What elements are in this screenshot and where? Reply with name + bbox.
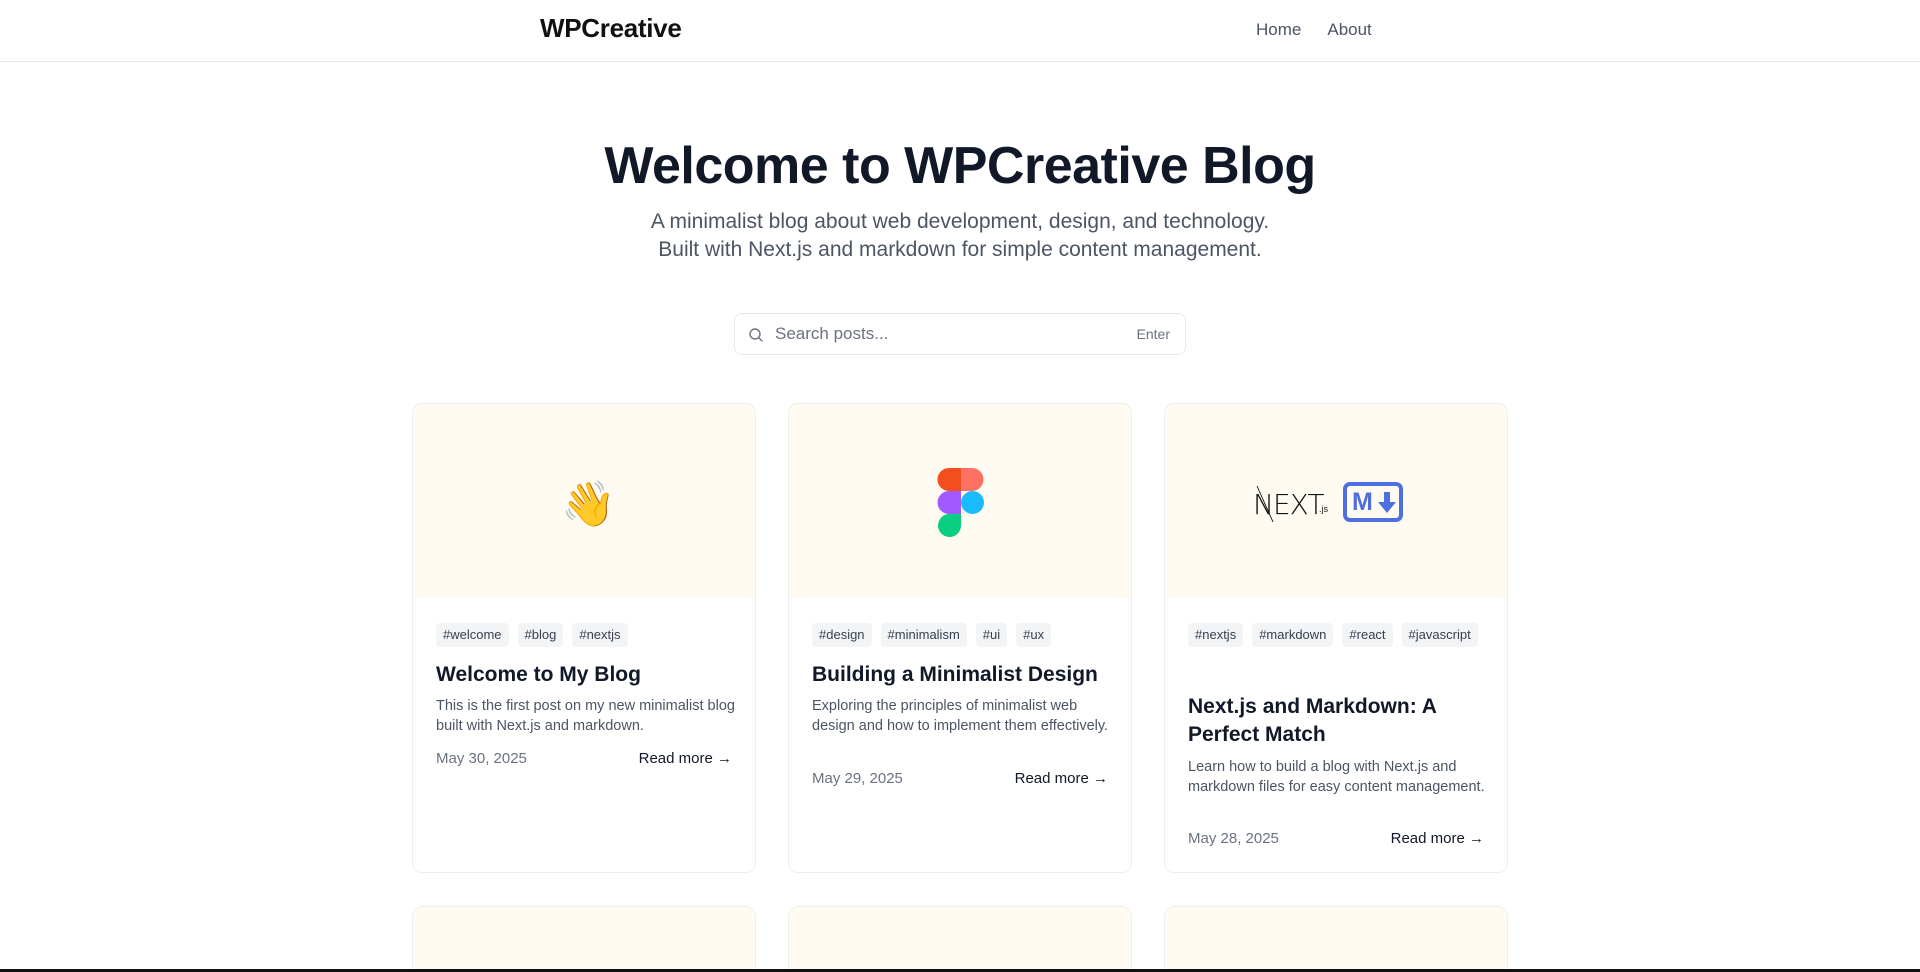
search-icon <box>749 328 763 342</box>
search-box[interactable]: Enter <box>734 313 1186 355</box>
subtitle-line-1: A minimalist blog about web development,… <box>650 210 1270 233</box>
tag[interactable]: #javascript <box>1401 623 1478 647</box>
tag[interactable]: #nextjs <box>1188 623 1244 647</box>
waving-hand-icon: 👋 <box>561 480 616 529</box>
tag-list: #welcome #blog #nextjs <box>436 623 736 647</box>
post-title[interactable]: Next.js and Markdown: A Perfect Match <box>1188 693 1488 749</box>
post-card[interactable]: NEXT .js M #nextjs #markdown #react #jav… <box>1164 403 1508 873</box>
post-card-partial[interactable] <box>412 906 756 972</box>
read-more-link[interactable]: Read more → <box>1391 830 1484 847</box>
post-card[interactable]: #design #minimalism #ui #ux Building a M… <box>788 403 1132 873</box>
arrow-down-icon <box>1378 492 1396 513</box>
page-title: Welcome to WPCreative Blog <box>604 137 1316 195</box>
nav-link-about[interactable]: About <box>1327 20 1371 40</box>
search-enter-hint: Enter <box>1136 326 1170 342</box>
post-date: May 30, 2025 <box>436 750 527 767</box>
read-more-link[interactable]: Read more → <box>1015 770 1108 787</box>
post-thumbnail: 👋 <box>413 404 755 598</box>
tag[interactable]: #react <box>1342 623 1393 647</box>
search-input[interactable] <box>775 320 1105 348</box>
tag[interactable]: #markdown <box>1252 623 1334 647</box>
post-excerpt: This is the first post on my new minimal… <box>436 698 735 734</box>
page-subtitle: A minimalist blog about web development,… <box>0 208 1920 264</box>
post-title[interactable]: Building a Minimalist Design <box>812 661 1112 689</box>
post-excerpt: Learn how to build a blog with Next.js a… <box>1188 759 1485 795</box>
tag[interactable]: #nextjs <box>572 623 628 647</box>
tag[interactable]: #blog <box>517 623 564 647</box>
nextjs-slash-icon <box>1256 485 1274 523</box>
post-thumbnail: NEXT .js M <box>1165 404 1507 598</box>
figma-logo-icon <box>937 468 984 537</box>
tag[interactable]: #welcome <box>436 623 509 647</box>
nav-link-home[interactable]: Home <box>1256 20 1301 40</box>
post-card-partial[interactable] <box>1164 906 1508 972</box>
post-date: May 29, 2025 <box>812 770 903 787</box>
post-card[interactable]: 👋 #welcome #blog #nextjs Welcome to My B… <box>412 403 756 873</box>
tag[interactable]: #ux <box>1016 623 1052 647</box>
post-card-partial[interactable] <box>788 906 1132 972</box>
markdown-logo-icon: M <box>1343 482 1403 522</box>
tag[interactable]: #minimalism <box>880 623 967 647</box>
brand-logo[interactable]: WPCreative <box>540 13 682 44</box>
site-header: WPCreative Home About <box>0 0 1920 62</box>
tag[interactable]: #design <box>812 623 872 647</box>
read-more-link[interactable]: Read more → <box>639 750 732 767</box>
post-thumbnail <box>789 404 1131 598</box>
post-date: May 28, 2025 <box>1188 830 1279 847</box>
post-title[interactable]: Welcome to My Blog <box>436 661 736 689</box>
tag-list: #design #minimalism #ui #ux <box>812 623 1112 647</box>
main-nav: Home About <box>1256 20 1372 40</box>
subtitle-line-2: Built with Next.js and markdown for simp… <box>658 238 1262 261</box>
tag[interactable]: #ui <box>975 623 1008 647</box>
post-excerpt: Exploring the principles of minimalist w… <box>812 698 1109 734</box>
nextjs-markdown-logo-icon: NEXT .js M <box>1253 482 1423 524</box>
tag-list: #nextjs #markdown #react #javascript <box>1188 623 1488 647</box>
